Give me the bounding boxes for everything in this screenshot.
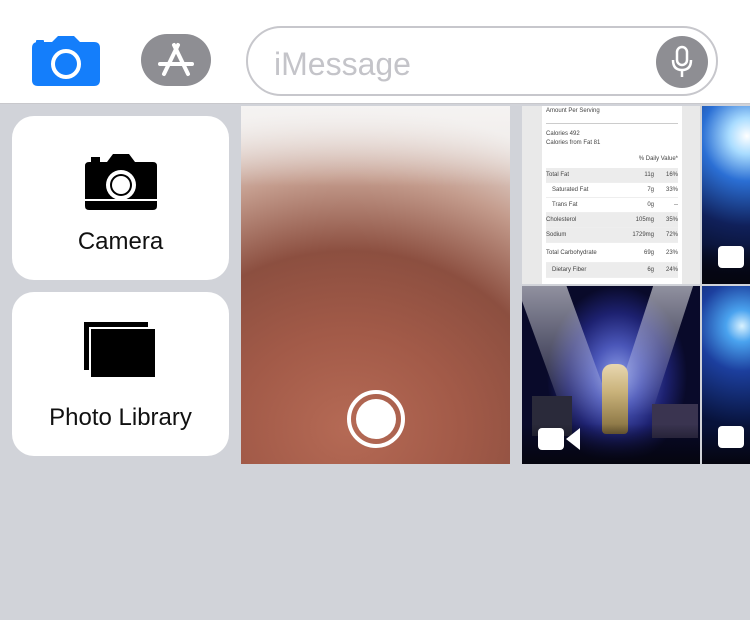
camera-preview[interactable]	[241, 106, 510, 464]
photo-thumbnail-nutrition[interactable]: Amount Per Serving Calories 492 Calories…	[522, 106, 700, 284]
nutrition-row: Dietary Fiber 6g 24%	[546, 263, 678, 278]
nutrition-row: Total Fat 11g 16%	[546, 168, 678, 183]
video-icon	[718, 426, 744, 448]
camera-card[interactable]: Camera	[12, 116, 229, 280]
message-input[interactable]: iMessage	[246, 26, 718, 96]
nutrient-dv: 35%	[665, 217, 678, 223]
compose-bar: iMessage	[0, 0, 750, 104]
nutrition-row: Trans Fat 0g --	[546, 198, 678, 213]
nutrient-amount: 0g	[647, 202, 654, 208]
photo-library-card[interactable]: Photo Library	[12, 292, 229, 456]
nutrient-name: Total Fat	[546, 172, 570, 178]
nutrient-dv: 33%	[665, 187, 678, 193]
photo-library-icon	[83, 322, 158, 385]
camera-icon[interactable]	[32, 36, 100, 86]
nutrient-dv: 24%	[665, 267, 678, 273]
nutrient-amount: 1729mg	[632, 232, 654, 238]
video-thumbnail-concert[interactable]	[522, 286, 700, 464]
nutrition-header: Amount Per Serving	[546, 108, 678, 124]
nutrient-dv: 23%	[665, 249, 678, 256]
nutrition-row: Saturated Fat 7g 33%	[546, 183, 678, 198]
nutrient-amount: 7g	[647, 187, 654, 193]
nutrient-name: Trans Fat	[552, 202, 578, 208]
nutrition-row: Cholesterol 105mg 35%	[546, 213, 678, 228]
nutrient-amount: 105mg	[635, 217, 654, 223]
nutrient-name: Sodium	[546, 232, 567, 238]
video-icon	[538, 428, 580, 450]
calories-fat-text: Calories from Fat 81	[546, 140, 601, 146]
nutrient-amount: 6g	[647, 267, 654, 273]
message-placeholder: iMessage	[274, 46, 411, 82]
nutrition-label: Amount Per Serving Calories 492 Calories…	[542, 106, 682, 284]
video-thumbnail-concert[interactable]	[702, 286, 750, 464]
app-store-icon	[158, 43, 194, 76]
daily-value-header: % Daily Value*	[638, 156, 678, 162]
camera-label: Camera	[77, 228, 164, 255]
photo-library-label: Photo Library	[49, 404, 192, 431]
app-store-button[interactable]	[141, 34, 211, 86]
nutrient-name: Total Carbohydrate	[546, 249, 597, 256]
nutrient-amount: 11g	[644, 172, 654, 178]
nutrition-row: Sodium 1729mg 72%	[546, 228, 678, 243]
nutrition-row: Total Carbohydrate 69g 23%	[546, 243, 678, 263]
camera-icon	[84, 152, 157, 215]
photo-thumbnail-concert[interactable]	[702, 106, 750, 284]
nutrient-dv: 16%	[665, 172, 678, 178]
shutter-button[interactable]	[347, 390, 405, 448]
video-icon	[718, 246, 744, 268]
nutrient-amount: 69g	[643, 249, 654, 256]
preview-highlight	[241, 106, 510, 186]
microphone-button[interactable]	[656, 36, 708, 88]
calories-text: Calories 492	[546, 131, 580, 137]
nutrition-calories: Calories 492 Calories from Fat 81	[546, 124, 678, 156]
nutrient-dv: 72%	[665, 232, 678, 238]
nutrient-name: Cholesterol	[546, 217, 577, 223]
nutrient-dv: --	[674, 202, 678, 208]
nutrient-name: Saturated Fat	[552, 187, 589, 193]
shutter-inner	[356, 399, 396, 439]
microphone-icon	[671, 45, 693, 77]
nutrient-name: Dietary Fiber	[552, 267, 587, 273]
